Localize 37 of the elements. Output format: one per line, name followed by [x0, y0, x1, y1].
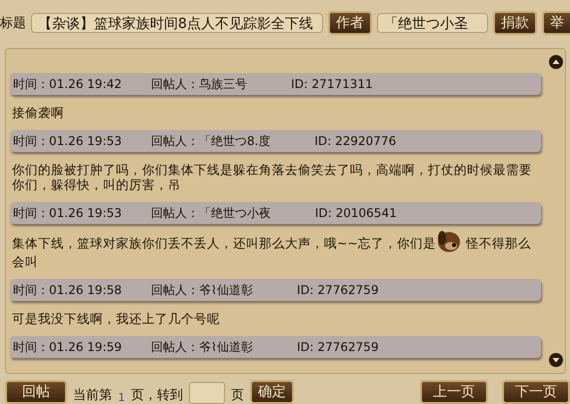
goto-label: 页，转到 [131, 387, 183, 404]
post-id: ID: 22920776 [314, 133, 396, 150]
reply-button[interactable]: 回帖 [5, 380, 67, 404]
post-author: 回帖人：爷⌇仙道彰 [151, 339, 253, 356]
next-page-button[interactable]: 下一页 [502, 380, 570, 404]
dog-emoticon-icon [436, 228, 462, 254]
post-id: ID: 20106541 [315, 205, 397, 222]
page-unit: 页 [231, 387, 244, 404]
author-field: 「绝世つ小圣 [377, 13, 488, 33]
confirm-button[interactable]: 确定 [250, 380, 294, 404]
post-time: 时间：01.26 19:59 [13, 339, 123, 356]
post-id: ID: 27762759 [296, 339, 379, 356]
title-field[interactable]: 【杂谈】篮球家族时间8点人不见踪影全下线 [31, 13, 324, 33]
post-author: 回帖人：「绝世つ小夜 [151, 205, 271, 222]
post-text: 集体下线，篮球对家族你们丢不丢人，还叫那么大声，哦~~忘了，你们是 怪不得那么会叫 [10, 234, 541, 269]
page-input[interactable] [189, 382, 225, 404]
post-id: ID: 27171311 [291, 76, 373, 93]
post-text: 可是我没下线啊，我还上了几个号呢 [11, 311, 221, 326]
post-id: ID: 27762759 [296, 282, 379, 299]
post-time: 时间：01.26 19:53 [13, 133, 123, 150]
post-time: 时间：01.26 19:58 [13, 282, 123, 299]
title-label: 标题 [0, 15, 26, 32]
donate-button[interactable]: 捐款 [493, 11, 537, 35]
post-text: 接偷袭啊 [11, 105, 65, 120]
current-page: 1 [118, 391, 125, 404]
post-author: 回帖人：爷⌇仙道彰 [151, 282, 253, 299]
author-button[interactable]: 作者 [328, 11, 372, 35]
report-button[interactable]: 举 [542, 11, 570, 35]
page-label: 当前第 [73, 387, 112, 404]
post-time: 时间：01.26 19:53 [13, 205, 123, 222]
post-author: 回帖人：「绝世つ8.度 [151, 133, 270, 150]
post-author: 回帖人：鸟族三号 [151, 76, 247, 93]
previous-page-button[interactable]: 上一页 [420, 380, 488, 404]
scroll-up-icon[interactable] [549, 55, 563, 69]
post-text: 你们的脸被打肿了吗，你们集体下线是躲在角落去偷笑去了吗，高端啊，打仗的时候最需要你们，躲得快，叫的厉害，吊 [11, 162, 533, 192]
post-time: 时间：01.26 19:42 [13, 76, 123, 93]
scroll-down-icon[interactable] [549, 353, 563, 367]
